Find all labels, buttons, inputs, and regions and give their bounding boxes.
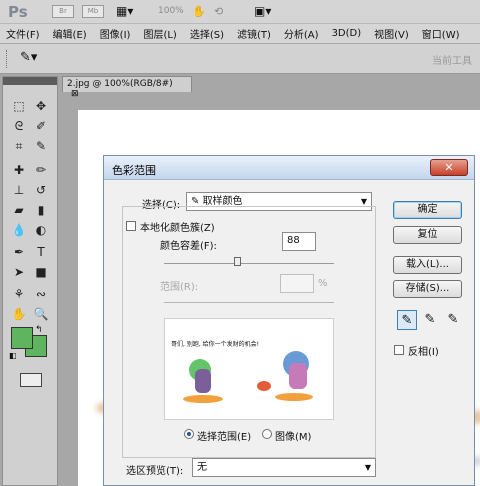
dialog-titlebar[interactable]: 色彩范围 ✕ [104, 156, 474, 180]
rotate-view-icon[interactable]: ⟲ [214, 5, 223, 18]
quick-mask-icon[interactable] [20, 373, 42, 387]
mini-bridge-button[interactable]: Mb [82, 5, 104, 18]
bridge-button[interactable]: Br [52, 5, 74, 18]
menu-select[interactable]: 选择(S) [184, 26, 231, 41]
invert-checkbox[interactable] [394, 345, 404, 355]
preview-figure [257, 381, 271, 391]
fuzziness-slider-track[interactable] [164, 263, 334, 264]
color-range-dialog: 色彩范围 ✕ 选择(C): ✎ 取样颜色 ▼ 本地化颜色簇(Z) 颜色容差(F)… [103, 155, 475, 486]
menu-bar: 文件(F) 编辑(E) 图像(I) 图层(L) 选择(S) 滤镜(T) 分析(A… [0, 24, 480, 44]
path-select-tool-icon[interactable]: ➤ [9, 263, 29, 281]
preview-thumbnail: 哥们, 别跑, 给你一个发财的机会! [164, 318, 334, 420]
pen-tool-icon[interactable]: ✒ [9, 243, 29, 261]
type-tool-icon[interactable]: T [31, 243, 51, 261]
menu-3d[interactable]: 3D(D) [326, 28, 369, 39]
preview-caption: 哥们, 别跑, 给你一个发财的机会! [171, 341, 260, 348]
lasso-tool-icon[interactable]: ᘓ [9, 117, 29, 135]
fuzziness-input[interactable]: 88 [282, 232, 316, 251]
document-tab[interactable]: 2.jpg @ 100%(RGB/8#) ⊠ [62, 76, 192, 99]
dialog-close-button[interactable]: ✕ [430, 159, 468, 176]
eyedropper-tool-icon[interactable]: ✎▾ [20, 50, 37, 65]
menu-filter[interactable]: 滤镜(T) [231, 26, 278, 41]
hand-tool-icon[interactable]: ✋ [9, 305, 29, 323]
add-to-sample-icon[interactable]: ✎ [420, 310, 440, 330]
menu-edit[interactable]: 编辑(E) [47, 26, 94, 41]
workspace-label: 当前工具 [432, 56, 472, 67]
range-slider-track[interactable] [164, 302, 334, 303]
options-bar: ✎▾ 当前工具 [0, 44, 480, 74]
toolbox-handle[interactable] [3, 77, 57, 85]
selection-radio-label: 选择范围(E) [197, 432, 252, 443]
menu-file[interactable]: 文件(F) [0, 26, 47, 41]
save-button[interactable]: 存储(S)... [393, 280, 462, 298]
localized-clusters-label: 本地化颜色簇(Z) [140, 223, 215, 234]
selection-radio[interactable] [184, 429, 194, 439]
hand-tool-icon[interactable]: ✋ [192, 5, 206, 18]
blur-tool-icon[interactable]: 💧 [9, 221, 29, 239]
photoshop-logo: Ps [8, 3, 28, 21]
history-brush-icon[interactable]: ↺ [31, 181, 51, 199]
range-input[interactable] [280, 274, 314, 293]
preview-figure [289, 363, 307, 389]
range-label: 范围(R): [160, 282, 199, 293]
preview-figure [275, 393, 313, 401]
arrange-documents-icon[interactable]: ▣▾ [254, 4, 271, 18]
options-grip [6, 50, 9, 68]
healing-brush-icon[interactable]: ✚ [9, 161, 29, 179]
swap-colors-icon[interactable]: ↰ [35, 325, 43, 335]
range-unit: % [318, 278, 328, 289]
subtract-from-sample-icon[interactable]: ✎ [443, 310, 463, 330]
localized-clusters-checkbox[interactable] [126, 221, 136, 231]
close-tab-icon[interactable]: ⊠ [71, 89, 79, 99]
app-bar: Ps Br Mb ▦▾ 100% ✋ ⟲ ▣▾ [0, 0, 480, 24]
toolbox: ⬚ ✥ ᘓ ✐ ⌗ ✎ ✚ ✏ ⊥ ↺ ▰ ▮ 💧 ◐ ✒ T ➤ ■ ⚘ ∾ … [2, 76, 58, 486]
quick-select-tool-icon[interactable]: ✐ [31, 117, 51, 135]
eraser-tool-icon[interactable]: ▰ [9, 201, 29, 219]
gradient-tool-icon[interactable]: ▮ [31, 201, 51, 219]
menu-image[interactable]: 图像(I) [94, 26, 138, 41]
3d-rotate-tool-icon[interactable]: ⚘ [9, 285, 29, 303]
zoom-level[interactable]: 100% [158, 6, 184, 16]
menu-layer[interactable]: 图层(L) [137, 26, 183, 41]
dialog-title: 色彩范围 [112, 164, 156, 177]
menu-view[interactable]: 视图(V) [368, 26, 416, 41]
selection-preview-label: 选区预览(T): [126, 466, 184, 477]
foreground-color-swatch[interactable] [11, 327, 33, 349]
eyedropper-icon[interactable]: ✎ [31, 137, 51, 155]
fuzziness-label: 颜色容差(F): [160, 241, 217, 252]
fuzziness-slider-thumb[interactable] [234, 257, 241, 266]
image-radio-label: 图像(M) [275, 432, 312, 443]
default-colors-icon[interactable]: ◧ [9, 351, 17, 360]
preview-figure [195, 369, 211, 393]
image-radio[interactable] [262, 429, 272, 439]
selection-preview-dropdown[interactable]: 无 ▼ [192, 458, 376, 477]
preview-figure [183, 395, 223, 403]
3d-orbit-tool-icon[interactable]: ∾ [31, 285, 51, 303]
menu-window[interactable]: 窗口(W) [416, 26, 467, 41]
zoom-tool-icon[interactable]: 🔍 [31, 305, 51, 323]
selection-preview-value: 无 [197, 462, 207, 473]
eyedropper-icon[interactable]: ✎ [397, 310, 417, 330]
clone-stamp-icon[interactable]: ⊥ [9, 181, 29, 199]
view-extras-icon[interactable]: ▦▾ [116, 4, 133, 18]
ok-button[interactable]: 确定 [393, 201, 462, 219]
brush-tool-icon[interactable]: ✏ [31, 161, 51, 179]
chevron-down-icon: ▼ [364, 463, 371, 472]
shape-tool-icon[interactable]: ■ [31, 263, 51, 281]
move-tool-icon[interactable]: ✥ [31, 97, 51, 115]
reset-button[interactable]: 复位 [393, 226, 462, 244]
load-button[interactable]: 载入(L)... [393, 256, 462, 274]
document-tab-label: 2.jpg @ 100%(RGB/8#) [67, 79, 173, 89]
marquee-tool-icon[interactable]: ⬚ [9, 97, 29, 115]
menu-analysis[interactable]: 分析(A) [278, 26, 326, 41]
invert-label: 反相(I) [408, 347, 439, 358]
dodge-tool-icon[interactable]: ◐ [31, 221, 51, 239]
crop-tool-icon[interactable]: ⌗ [9, 137, 29, 155]
